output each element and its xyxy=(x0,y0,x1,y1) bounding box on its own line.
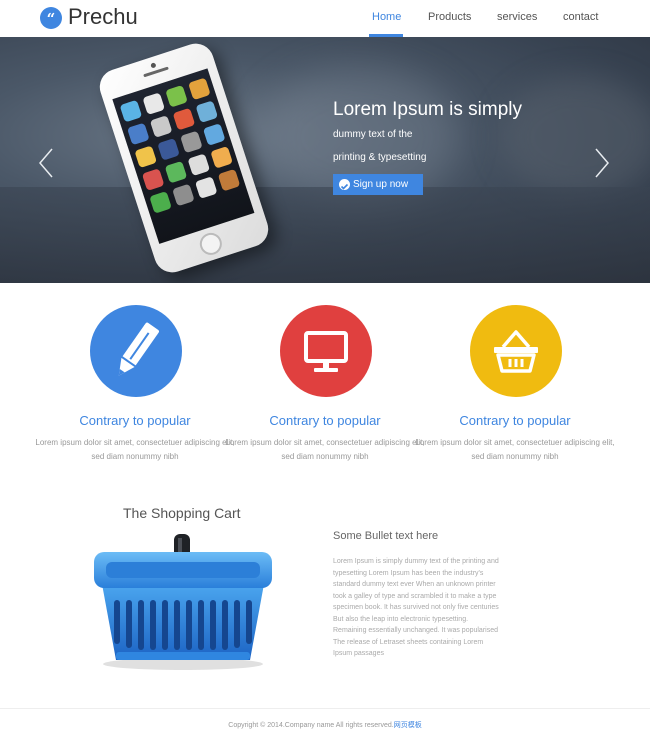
app-icon xyxy=(165,84,188,108)
hero-title: Lorem Ipsum is simply xyxy=(333,99,522,120)
monitor-icon xyxy=(280,305,372,397)
app-icon xyxy=(149,115,173,138)
app-icon xyxy=(195,100,219,124)
nav-contact[interactable]: contact xyxy=(563,11,598,23)
app-icon xyxy=(172,107,196,131)
pencil-icon xyxy=(90,305,182,397)
phone-camera xyxy=(150,62,157,69)
feature-title[interactable]: Contrary to popular xyxy=(225,413,425,428)
app-icon xyxy=(180,130,203,154)
app-icon xyxy=(194,176,218,199)
hero-slider: Lorem Ipsum is simply dummy text of the … xyxy=(0,37,650,283)
app-icon xyxy=(187,153,211,177)
chevron-left-icon[interactable] xyxy=(38,147,54,179)
feature-description: Lorem ipsum dolor sit amet, consectetuer… xyxy=(35,438,235,461)
hero-subtitle-line-1: dummy text of the xyxy=(333,129,413,140)
bullet-body-text: Lorem Ipsum is simply dummy text of the … xyxy=(333,558,499,657)
feature-description: Lorem ipsum dolor sit amet, consectetuer… xyxy=(415,438,615,461)
feature-description: Lorem ipsum dolor sit amet, consectetuer… xyxy=(225,438,425,461)
app-icon xyxy=(134,145,158,169)
nav-products[interactable]: Products xyxy=(428,11,471,23)
nav-home[interactable]: Home xyxy=(372,11,401,23)
shopping-cart-heading: The Shopping Cart xyxy=(123,505,241,521)
app-icon xyxy=(172,183,195,207)
site-footer: Copyright © 2014.Company name All rights… xyxy=(0,720,650,730)
phone-speaker xyxy=(143,66,169,78)
hero-background-floor xyxy=(0,187,650,283)
hero-subtitle-line-2: printing & typesetting xyxy=(333,152,427,163)
copyright-text: Copyright © 2014.Company name All rights… xyxy=(228,722,394,729)
app-icon xyxy=(142,92,166,116)
app-icon xyxy=(217,168,241,192)
feature-title[interactable]: Contrary to popular xyxy=(415,413,615,428)
phone-app-grid xyxy=(119,77,243,214)
brand-name[interactable]: Prechu xyxy=(68,4,138,30)
app-icon xyxy=(149,191,172,214)
app-icon xyxy=(164,160,188,184)
app-icon xyxy=(202,123,226,146)
shopping-basket-image xyxy=(94,534,272,670)
app-icon xyxy=(157,138,180,161)
app-icon xyxy=(210,145,233,169)
check-icon xyxy=(339,179,350,190)
footer-link[interactable]: 网页模板 xyxy=(394,722,422,729)
hero-background-blur xyxy=(500,77,650,197)
site-header: “ Prechu Home Products services contact xyxy=(0,0,650,37)
nav-services[interactable]: services xyxy=(497,11,537,23)
app-icon xyxy=(188,77,211,101)
sign-up-button[interactable]: Sign up now xyxy=(333,174,423,195)
app-icon xyxy=(119,99,143,123)
app-icon xyxy=(141,168,165,191)
chevron-right-icon[interactable] xyxy=(594,147,610,179)
footer-divider xyxy=(0,708,650,709)
phone-home-button xyxy=(196,230,225,258)
basket-icon xyxy=(470,305,562,397)
logo-quote-icon[interactable]: “ xyxy=(40,7,62,29)
sign-up-label: Sign up now xyxy=(353,179,409,190)
feature-title[interactable]: Contrary to popular xyxy=(35,413,235,428)
bullet-heading: Some Bullet text here xyxy=(333,530,439,542)
app-icon xyxy=(126,122,150,146)
